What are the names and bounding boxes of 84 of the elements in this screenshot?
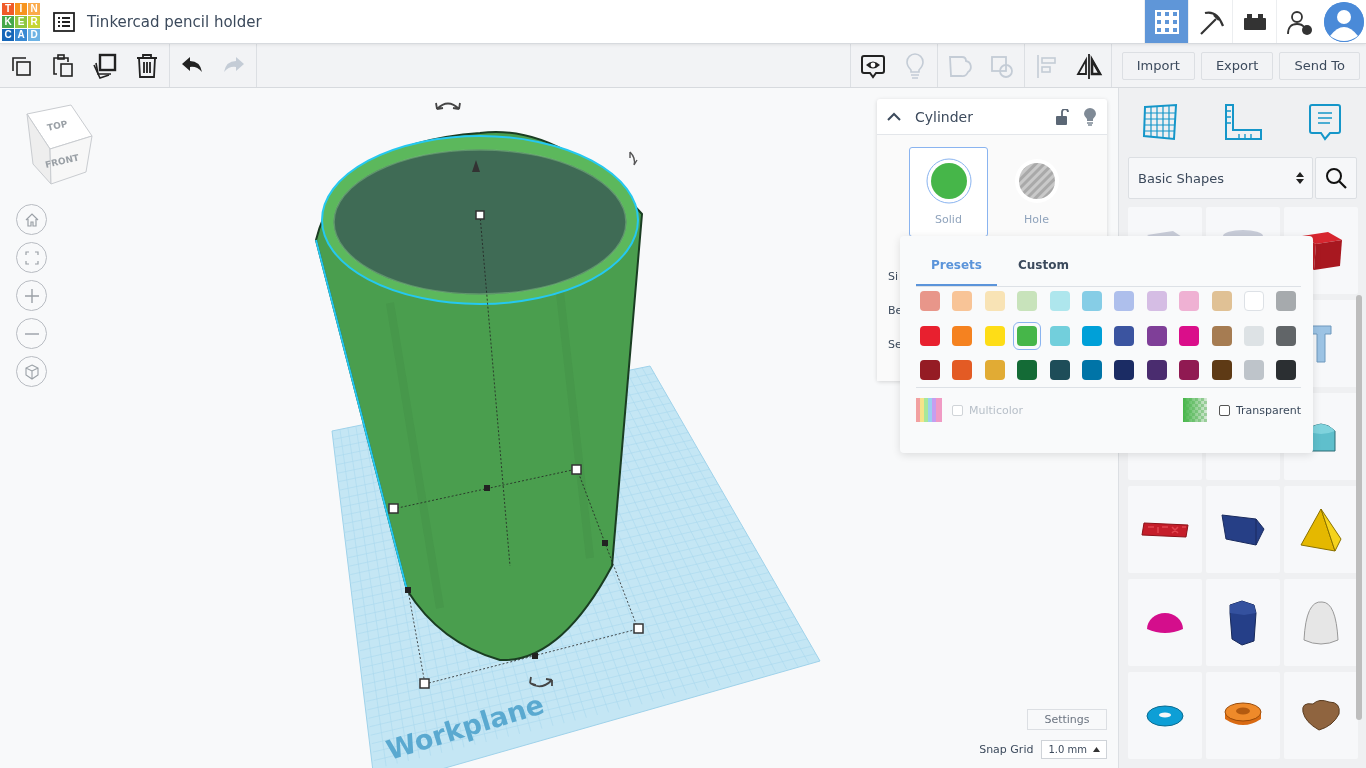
shape-tile[interactable] (1206, 486, 1280, 573)
logo-letter: I (15, 2, 27, 15)
sort-caret-icon (1296, 172, 1304, 184)
rotate-arrow-icon[interactable] (529, 676, 553, 688)
logo-letter: N (28, 2, 40, 15)
collapse-chevron-icon[interactable] (887, 111, 901, 122)
resize-handle[interactable] (571, 464, 582, 475)
resize-handle[interactable] (388, 503, 399, 514)
snap-grid-dropdown[interactable]: 1.0 mm (1041, 740, 1107, 759)
shape-category-dropdown[interactable]: Basic Shapes (1128, 157, 1313, 199)
hexagonal-prism-icon (1229, 599, 1257, 646)
resize-handle[interactable] (602, 540, 608, 546)
transparent-checkbox[interactable]: Transparent (1218, 403, 1301, 417)
mode-option[interactable]: Hole (997, 147, 1076, 237)
search-button[interactable] (1315, 157, 1357, 199)
shape-tile[interactable] (1206, 579, 1280, 666)
paraboloid-icon (1303, 600, 1339, 645)
zoom-in-icon (22, 286, 41, 305)
shape-tile[interactable] (1284, 486, 1358, 573)
perspective-icon (22, 362, 41, 381)
toolbar-button[interactable]: Export (1200, 51, 1274, 80)
resize-handle[interactable] (419, 678, 430, 689)
logo-letter: E (15, 15, 27, 28)
grid-icon (1152, 7, 1181, 36)
logo-letter: D (28, 28, 40, 41)
rotate-arrow-icon[interactable] (435, 102, 461, 110)
toolbar-button[interactable]: Send To (1279, 51, 1360, 80)
avatar-icon[interactable] (1324, 1, 1364, 42)
toolbar-button[interactable]: Import (1121, 51, 1195, 80)
resize-handle[interactable] (484, 485, 490, 491)
snap-grid-label: Snap Grid (979, 743, 1034, 756)
property-label: Si (888, 270, 899, 283)
shape-tile[interactable] (1128, 486, 1202, 573)
solid-color-icon (925, 158, 972, 204)
perspective-button[interactable] (16, 356, 47, 387)
logo-letter: C (2, 28, 14, 41)
height-arrow-icon[interactable] (472, 160, 480, 172)
lock-icon[interactable] (1055, 108, 1069, 125)
shape-tile[interactable] (1128, 672, 1202, 759)
workplane-grid-icon (1141, 102, 1178, 141)
home-button[interactable] (16, 204, 47, 235)
wedge-icon (1221, 513, 1265, 546)
shape-name: Cylinder (915, 108, 974, 125)
caret-icon (1093, 747, 1100, 752)
pyramid-icon (1300, 507, 1342, 552)
resize-handle[interactable] (532, 653, 538, 659)
shape-tile[interactable] (1284, 579, 1358, 666)
rotate-arrow-icon[interactable] (629, 151, 638, 166)
text-shape-icon (1310, 324, 1332, 363)
fit-view-icon (22, 248, 41, 267)
zoom-out-icon (24, 332, 39, 335)
mirror-icon (1074, 51, 1103, 80)
ruler-icon (1222, 102, 1263, 141)
shape-tile[interactable] (1128, 579, 1202, 666)
project-title: Tinkercad pencil holder (87, 12, 263, 31)
duplicate-icon (91, 51, 119, 80)
text-shape-icon (1141, 521, 1189, 538)
scrollbar-thumb[interactable] (1356, 295, 1362, 720)
cylinder-drawing[interactable] (315, 131, 643, 661)
resize-handle[interactable] (405, 587, 411, 593)
heart-icon (1300, 700, 1342, 731)
logo-letter: R (28, 15, 40, 28)
resize-handle[interactable] (475, 210, 485, 220)
search-icon (1325, 167, 1347, 189)
picker-tab[interactable]: Custom (1003, 246, 1084, 286)
shape-tile[interactable] (1206, 672, 1280, 759)
transparency-icon (1182, 398, 1207, 422)
zoom-in-button[interactable] (16, 280, 47, 311)
multicolor-icon (916, 398, 942, 422)
resize-handle[interactable] (633, 623, 644, 634)
notes-icon (1307, 102, 1344, 141)
logo-letter: K (2, 15, 14, 28)
zoom-out-button[interactable] (16, 318, 47, 349)
view-cube-face-label[interactable]: TOP (46, 118, 69, 133)
torus-icon (1146, 704, 1184, 727)
mode-option[interactable]: Solid (909, 147, 988, 237)
settings-button[interactable]: Settings (1027, 709, 1107, 730)
bulb-icon[interactable] (1083, 107, 1097, 126)
shape-tile[interactable] (1284, 672, 1358, 759)
list-icon[interactable] (52, 9, 76, 34)
view-cube-face-label[interactable]: FRONT (44, 152, 80, 170)
logo-letter: T (2, 2, 14, 15)
picker-tab[interactable]: Presets (916, 246, 997, 286)
logo-letter: A (15, 28, 27, 41)
